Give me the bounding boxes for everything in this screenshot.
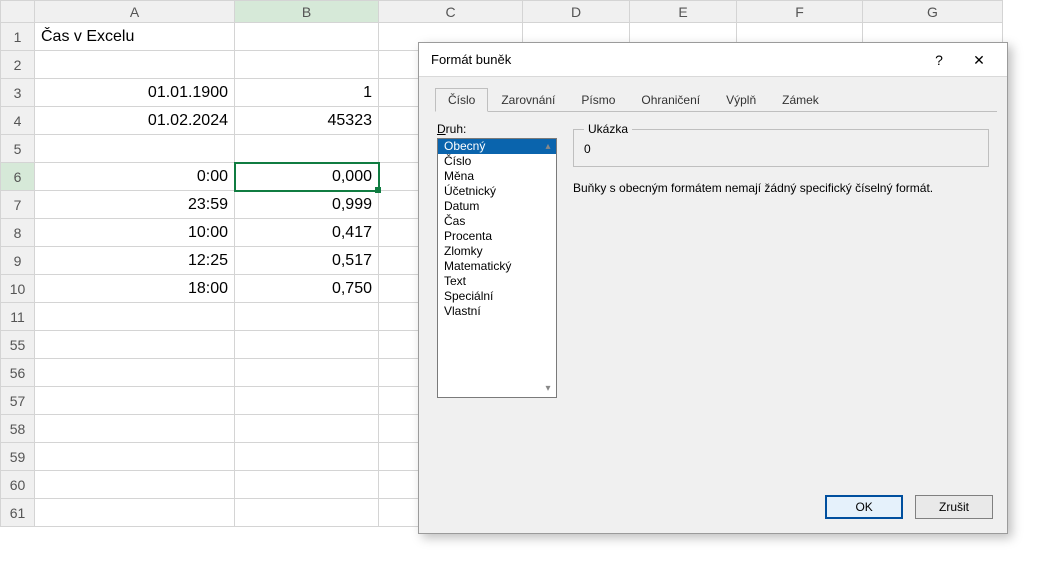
cell-B61[interactable] — [235, 499, 379, 527]
scroll-up-icon[interactable]: ▴ — [542, 141, 554, 153]
tab-zámek[interactable]: Zámek — [769, 88, 832, 112]
cell-A3[interactable]: 01.01.1900 — [35, 79, 235, 107]
cell-A5[interactable] — [35, 135, 235, 163]
row-header-2[interactable]: 2 — [1, 51, 35, 79]
dialog-tabs: ČísloZarovnáníPísmoOhraničeníVýplňZámek — [435, 87, 997, 112]
corner-cell[interactable] — [1, 1, 35, 23]
row-header-59[interactable]: 59 — [1, 443, 35, 471]
category-item[interactable]: Matematický — [438, 259, 556, 274]
category-item[interactable]: Text — [438, 274, 556, 289]
preview-fieldset: Ukázka 0 — [573, 122, 989, 167]
cell-B10[interactable]: 0,750 — [235, 275, 379, 303]
cell-B58[interactable] — [235, 415, 379, 443]
format-cells-dialog: Formát buněk ? ✕ ČísloZarovnáníPísmoOhra… — [418, 42, 1008, 534]
row-header-60[interactable]: 60 — [1, 471, 35, 499]
tab-číslo[interactable]: Číslo — [435, 88, 488, 112]
format-description: Buňky s obecným formátem nemají žádný sp… — [573, 181, 989, 195]
cell-B2[interactable] — [235, 51, 379, 79]
cell-A55[interactable] — [35, 331, 235, 359]
row-header-4[interactable]: 4 — [1, 107, 35, 135]
cell-A8[interactable]: 10:00 — [35, 219, 235, 247]
row-header-56[interactable]: 56 — [1, 359, 35, 387]
cell-B4[interactable]: 45323 — [235, 107, 379, 135]
tab-zarovnání[interactable]: Zarovnání — [488, 88, 568, 112]
column-header-D[interactable]: D — [523, 1, 630, 23]
cell-A58[interactable] — [35, 415, 235, 443]
category-item[interactable]: Číslo — [438, 154, 556, 169]
dialog-title: Formát buněk — [431, 52, 919, 67]
row-header-57[interactable]: 57 — [1, 387, 35, 415]
category-item[interactable]: Datum — [438, 199, 556, 214]
cell-A11[interactable] — [35, 303, 235, 331]
cell-A7[interactable]: 23:59 — [35, 191, 235, 219]
row-header-11[interactable]: 11 — [1, 303, 35, 331]
preview-legend: Ukázka — [584, 122, 632, 136]
category-item[interactable]: Procenta — [438, 229, 556, 244]
row-header-9[interactable]: 9 — [1, 247, 35, 275]
category-item[interactable]: Obecný — [438, 139, 556, 154]
cell-B1[interactable] — [235, 23, 379, 51]
dialog-titlebar[interactable]: Formát buněk ? ✕ — [419, 43, 1007, 77]
dialog-footer: OK Zrušit — [419, 485, 1007, 533]
column-header-F[interactable]: F — [737, 1, 863, 23]
row-header-10[interactable]: 10 — [1, 275, 35, 303]
column-header-B[interactable]: B — [235, 1, 379, 23]
cell-B11[interactable] — [235, 303, 379, 331]
scroll-down-icon[interactable]: ▾ — [542, 383, 554, 395]
cell-B57[interactable] — [235, 387, 379, 415]
tab-ohraničení[interactable]: Ohraničení — [628, 88, 713, 112]
category-item[interactable]: Měna — [438, 169, 556, 184]
cell-A59[interactable] — [35, 443, 235, 471]
column-header-A[interactable]: A — [35, 1, 235, 23]
cell-A57[interactable] — [35, 387, 235, 415]
cell-A9[interactable]: 12:25 — [35, 247, 235, 275]
cell-B9[interactable]: 0,517 — [235, 247, 379, 275]
row-header-7[interactable]: 7 — [1, 191, 35, 219]
ok-button[interactable]: OK — [825, 495, 903, 519]
help-icon[interactable]: ? — [919, 46, 959, 74]
category-item[interactable]: Účetnický — [438, 184, 556, 199]
row-header-1[interactable]: 1 — [1, 23, 35, 51]
column-header-G[interactable]: G — [863, 1, 1003, 23]
row-header-6[interactable]: 6 — [1, 163, 35, 191]
cell-B60[interactable] — [235, 471, 379, 499]
cell-B6[interactable]: 0,000 — [235, 163, 379, 191]
cell-B8[interactable]: 0,417 — [235, 219, 379, 247]
cancel-button[interactable]: Zrušit — [915, 495, 993, 519]
preview-value: 0 — [584, 140, 978, 158]
column-header-C[interactable]: C — [379, 1, 523, 23]
cell-B59[interactable] — [235, 443, 379, 471]
cell-A10[interactable]: 18:00 — [35, 275, 235, 303]
cell-A60[interactable] — [35, 471, 235, 499]
cell-A1[interactable]: Čas v Excelu — [35, 23, 235, 51]
category-label: Druh: — [437, 122, 557, 136]
row-header-61[interactable]: 61 — [1, 499, 35, 527]
cell-A56[interactable] — [35, 359, 235, 387]
row-header-8[interactable]: 8 — [1, 219, 35, 247]
tab-výplň[interactable]: Výplň — [713, 88, 769, 112]
cell-B7[interactable]: 0,999 — [235, 191, 379, 219]
category-item[interactable]: Čas — [438, 214, 556, 229]
category-listbox[interactable]: ▴ ▾ ObecnýČísloMěnaÚčetnickýDatumČasProc… — [437, 138, 557, 398]
close-icon[interactable]: ✕ — [959, 46, 999, 74]
row-header-5[interactable]: 5 — [1, 135, 35, 163]
cell-A4[interactable]: 01.02.2024 — [35, 107, 235, 135]
row-header-3[interactable]: 3 — [1, 79, 35, 107]
cell-B3[interactable]: 1 — [235, 79, 379, 107]
cell-B56[interactable] — [235, 359, 379, 387]
row-header-55[interactable]: 55 — [1, 331, 35, 359]
tab-písmo[interactable]: Písmo — [568, 88, 628, 112]
row-header-58[interactable]: 58 — [1, 415, 35, 443]
category-item[interactable]: Vlastní — [438, 304, 556, 319]
category-item[interactable]: Speciální — [438, 289, 556, 304]
category-item[interactable]: Zlomky — [438, 244, 556, 259]
cell-A6[interactable]: 0:00 — [35, 163, 235, 191]
cell-A2[interactable] — [35, 51, 235, 79]
column-header-E[interactable]: E — [630, 1, 737, 23]
cell-A61[interactable] — [35, 499, 235, 527]
cell-B55[interactable] — [235, 331, 379, 359]
cell-B5[interactable] — [235, 135, 379, 163]
